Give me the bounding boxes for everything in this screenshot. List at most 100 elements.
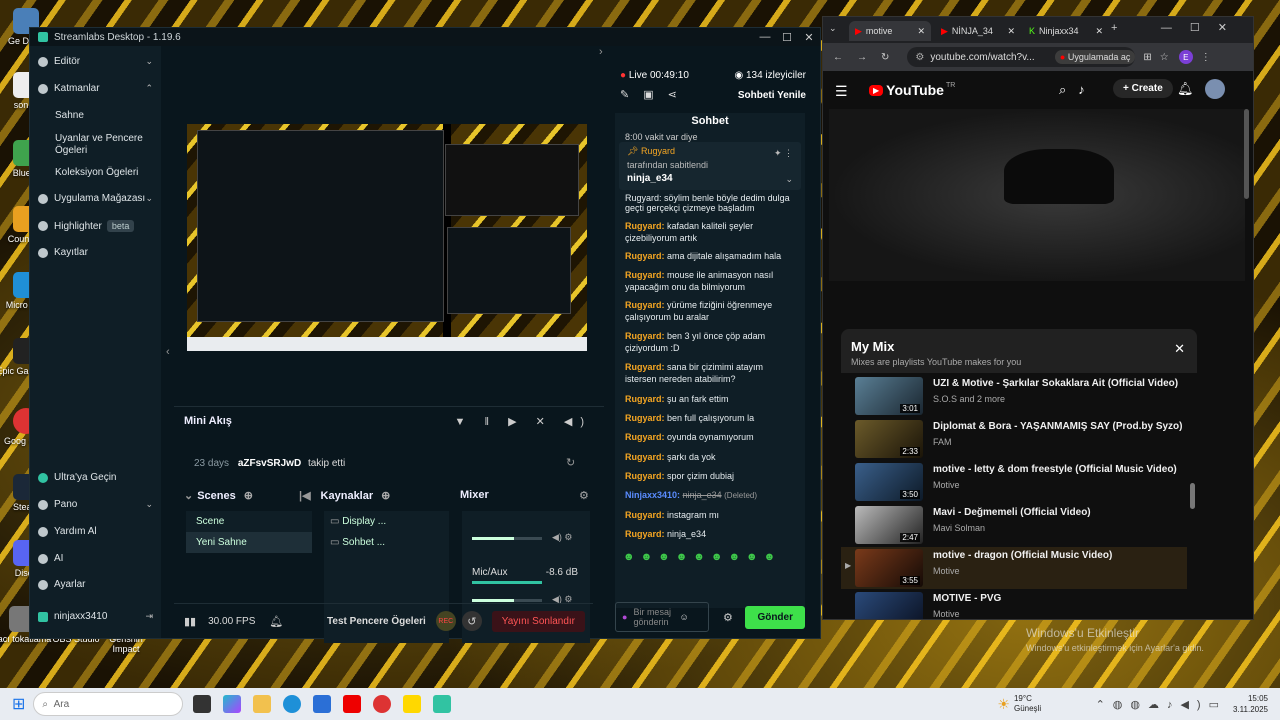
mini-feed-controls[interactable]: ▼ ‖ ▶ ✕ ◀) <box>455 415 592 428</box>
snapchat-icon[interactable] <box>403 695 422 713</box>
tab-search-icon[interactable]: ⌄ <box>829 23 837 34</box>
tab-youtube-active[interactable]: ▶ motive ✕ <box>849 21 931 41</box>
sidebar-item-themes[interactable]: Katmanlar ⌃ <box>38 83 153 94</box>
youtube-icon[interactable] <box>343 695 362 713</box>
chat-settings-icon[interactable]: ⚙ <box>723 611 733 624</box>
mic-icon[interactable]: ● <box>622 612 627 622</box>
avatar[interactable] <box>1205 79 1225 99</box>
mix-item[interactable]: 2:47 Mavi - Değmemeli (Official Video) Mav… <box>855 506 1197 548</box>
sources-collapse-icon[interactable]: |◀ <box>299 489 311 502</box>
url-field[interactable]: ⚙ youtube.com/watch?v... ● Uygulamada aç <box>907 47 1136 67</box>
tab-kick[interactable]: K Ninjaxx34 ✕ <box>1023 21 1109 41</box>
mix-item[interactable]: 3:01 UZI & Motive - Şarkılar Sokaklara Ai… <box>855 377 1197 419</box>
source-item[interactable]: ▭ Sohbet ... <box>324 532 449 553</box>
pin-icon[interactable]: ✦ ⋮ <box>774 148 793 159</box>
scene-item[interactable]: Scene <box>186 511 312 532</box>
sidebar-item-ultra[interactable]: Ultra'ya Geçin <box>38 472 153 483</box>
replay-icon[interactable]: ↺ <box>461 611 482 631</box>
open-in-app-button[interactable]: ● Uygulamada aç <box>1054 50 1136 64</box>
logout-icon[interactable]: ⇥ <box>145 611 153 622</box>
site-info-icon[interactable]: ⚙ <box>915 52 924 63</box>
bookmark-star-icon[interactable]: ☆ <box>1160 52 1169 63</box>
notifications-bell-icon[interactable]: 🔔︎ <box>1177 81 1194 97</box>
refresh-icon[interactable]: ↻ <box>566 456 575 469</box>
translate-icon[interactable]: ⊞ <box>1143 52 1151 63</box>
mix-item[interactable]: 3:50 motive - letty & dom freestyle (Offi… <box>855 463 1197 505</box>
add-scene-icon[interactable]: ⊕ <box>244 489 253 502</box>
sidebar-item-highlighter[interactable]: Highlighter beta <box>38 220 153 232</box>
test-widgets-button[interactable]: Test Pencere Ögeleri <box>327 616 426 627</box>
copilot-icon[interactable] <box>223 695 242 713</box>
tab-youtube-2[interactable]: ▶ NİNJA_34 ✕ <box>935 21 1021 41</box>
collapse-right-icon[interactable]: › <box>599 46 603 58</box>
sidebar-subitem[interactable]: Sahne <box>55 110 84 122</box>
edge-icon[interactable] <box>283 695 302 713</box>
live-dot-icon: ● <box>620 70 627 81</box>
menu-kebab-icon[interactable]: ⋮ <box>1201 52 1211 63</box>
sidebar-user[interactable]: ninjaxx3410 ⇥ <box>38 611 153 622</box>
profile-avatar[interactable]: E <box>1178 50 1193 64</box>
taskbar-search[interactable]: ⌕ Ara <box>33 692 184 716</box>
system-tray-icons[interactable]: ⌃◍◍☁♪◀)▭ <box>1096 698 1227 711</box>
streamlabs-icon[interactable] <box>433 695 452 713</box>
stream-preview[interactable] <box>187 124 587 351</box>
sidebar-subitem[interactable]: Koleksiyon Ögeleri <box>55 167 138 179</box>
mix-item-playing[interactable]: 3:55 motive - dragon (Official Music Vide… <box>855 549 1197 591</box>
new-tab-button[interactable]: + <box>1111 22 1117 34</box>
chevron-down-icon[interactable]: ⌄ <box>785 174 793 185</box>
mix-item[interactable]: MOTIVE - PVG Motive <box>855 592 1197 619</box>
page-scrollbar[interactable] <box>1244 109 1249 199</box>
sidebar-item-ai[interactable]: AI <box>38 553 153 564</box>
desktop-audio-slider[interactable] <box>472 537 542 540</box>
close-tab-icon[interactable]: ✕ <box>917 26 925 37</box>
source-item[interactable]: ▭ Display ... <box>324 511 449 532</box>
volume-icon[interactable]: ◀) ⚙ <box>552 532 573 543</box>
stats-icon[interactable]: ▮▮ <box>184 615 196 628</box>
maximize-button[interactable]: ☐ <box>776 31 798 44</box>
store-icon[interactable] <box>313 695 332 713</box>
close-tab-icon[interactable]: ✕ <box>1095 26 1103 37</box>
chat-input[interactable]: ● Bir mesaj gönderin ☺ <box>615 602 709 632</box>
collapse-left-icon[interactable]: ‹ <box>166 346 170 358</box>
mix-scrollbar[interactable] <box>1190 483 1195 509</box>
end-stream-button[interactable]: Yayını Sonlandır <box>491 610 585 632</box>
close-icon[interactable]: ✕ <box>1174 341 1185 357</box>
header-icons[interactable]: ⌕♪ <box>1059 82 1097 98</box>
pinned-message[interactable]: 📌︎ Rugyard tarafından sabitlendi ninja_e… <box>619 142 801 190</box>
hamburger-menu-icon[interactable]: ☰ <box>835 83 848 100</box>
record-button[interactable]: REC <box>435 611 456 631</box>
youtube-logo[interactable]: ▶ YouTube TR <box>869 82 955 98</box>
sidebar-item-dashboard[interactable]: Pano ⌄ <box>38 499 153 510</box>
browser-window-controls[interactable]: —☐✕ <box>1161 21 1245 34</box>
mixer-settings-icon[interactable]: ⚙ <box>579 489 589 502</box>
close-button[interactable]: ✕ <box>798 31 820 44</box>
close-tab-icon[interactable]: ✕ <box>1007 26 1015 37</box>
refresh-chat-button[interactable]: Sohbeti Yenile <box>738 90 806 101</box>
mic-slider[interactable] <box>472 599 542 602</box>
sidebar-item-editor[interactable]: Editör ⌄ <box>38 56 153 67</box>
file-explorer-icon[interactable] <box>253 695 272 713</box>
chrome-icon[interactable] <box>373 695 392 713</box>
sidebar-item-help[interactable]: Yardım Al <box>38 526 153 537</box>
minimize-button[interactable]: — <box>754 31 776 44</box>
clock[interactable]: 15:05 3.11.2025 <box>1233 693 1268 715</box>
add-source-icon[interactable]: ⊕ <box>381 489 390 502</box>
weather-widget[interactable]: ☀ 19°C Güneşli <box>997 694 1041 714</box>
task-view-icon[interactable] <box>193 695 212 713</box>
sidebar-item-recordings[interactable]: Kayıtlar <box>38 247 153 258</box>
emote-bar[interactable]: ☻☻☻☻☻☻☻☻☻ <box>623 551 781 563</box>
windows-start-icon[interactable]: ⊞ <box>12 694 25 714</box>
emoji-icon[interactable]: ☺ <box>679 612 688 622</box>
sidebar-subitem[interactable]: Uyanlar ve Pencere Ögeleri <box>55 133 150 157</box>
live-tools[interactable]: ✎▣⋖ <box>620 88 691 101</box>
video-player[interactable] <box>829 109 1245 281</box>
send-button[interactable]: Gönder <box>745 605 805 629</box>
bell-icon[interactable]: 🔔︎ <box>269 615 283 628</box>
mix-item[interactable]: 2:33 Diplomat & Bora - YAŞANMAMIŞ SAY (Pr… <box>855 420 1197 462</box>
live-status: ● Live 00:49:10 <box>620 70 689 81</box>
create-button[interactable]: + Create <box>1113 79 1173 98</box>
sidebar-item-app-store[interactable]: Uygulama Mağazası ⌄ <box>38 193 153 204</box>
scene-item-selected[interactable]: Yeni Sahne <box>186 532 312 553</box>
sidebar-item-settings[interactable]: Ayarlar <box>38 579 153 590</box>
nav-buttons[interactable]: ←→↻ <box>833 52 903 63</box>
